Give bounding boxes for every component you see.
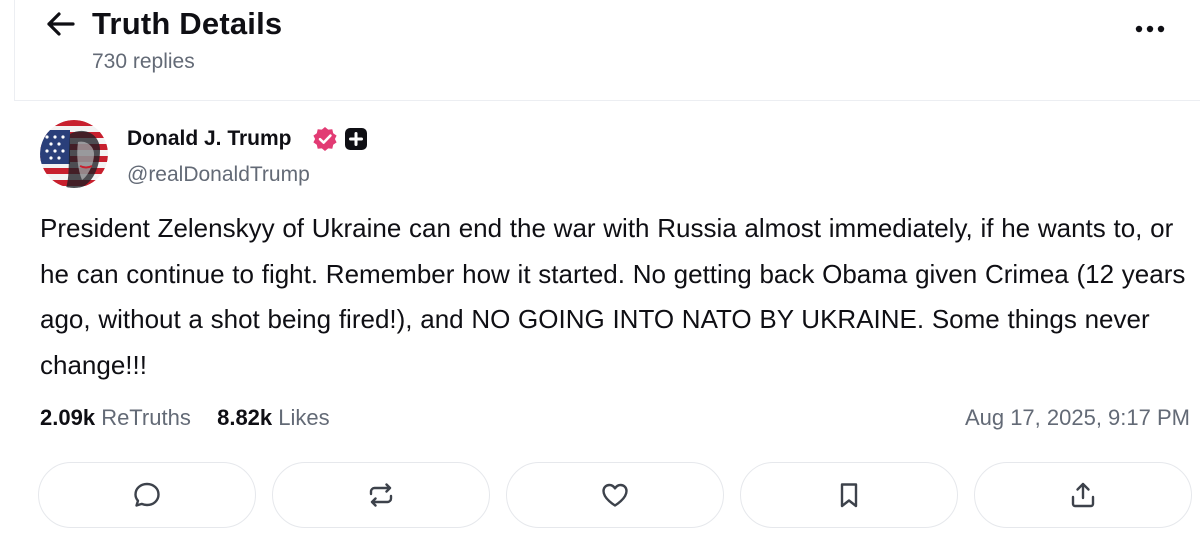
more-options-button[interactable]	[1130, 14, 1170, 44]
like-button[interactable]	[506, 462, 724, 528]
bookmark-icon	[840, 483, 858, 508]
verified-badge-icon	[313, 127, 337, 151]
retruths-count: 2.09k	[40, 405, 96, 430]
post-text: President Zelenskyy of Ukraine can end t…	[40, 213, 1186, 380]
arrow-left-icon	[47, 12, 75, 36]
header-divider	[14, 100, 1200, 101]
author-handle[interactable]: @realDonaldTrump	[127, 161, 310, 189]
retruth-icon	[369, 483, 393, 507]
post-stats: 2.09k ReTruths 8.82k Likes	[40, 402, 330, 434]
reply-icon	[134, 482, 160, 507]
more-horizontal-icon	[1135, 25, 1165, 33]
retruths-stat[interactable]: 2.09k ReTruths	[40, 405, 197, 430]
like-heart-icon	[602, 483, 628, 507]
share-icon	[1071, 482, 1095, 508]
post-timestamp: Aug 17, 2025, 9:17 PM	[964, 405, 1190, 430]
reply-button[interactable]	[38, 462, 256, 528]
likes-count: 8.82k	[217, 405, 273, 430]
reply-count: 730 replies	[92, 50, 195, 73]
plus-badge-icon	[345, 128, 367, 150]
page-header: Truth Details 730 replies	[0, 0, 1200, 100]
share-button[interactable]	[974, 462, 1192, 528]
retruth-button[interactable]	[272, 462, 490, 528]
author-name[interactable]: Donald J. Trump	[127, 125, 292, 153]
back-button[interactable]	[40, 6, 80, 42]
page-title: Truth Details	[92, 6, 283, 41]
bookmark-button[interactable]	[740, 462, 958, 528]
likes-label: Likes	[278, 405, 330, 430]
retruths-label: ReTruths	[101, 405, 191, 430]
avatar[interactable]	[40, 120, 108, 188]
likes-stat[interactable]: 8.82k Likes	[217, 405, 330, 430]
